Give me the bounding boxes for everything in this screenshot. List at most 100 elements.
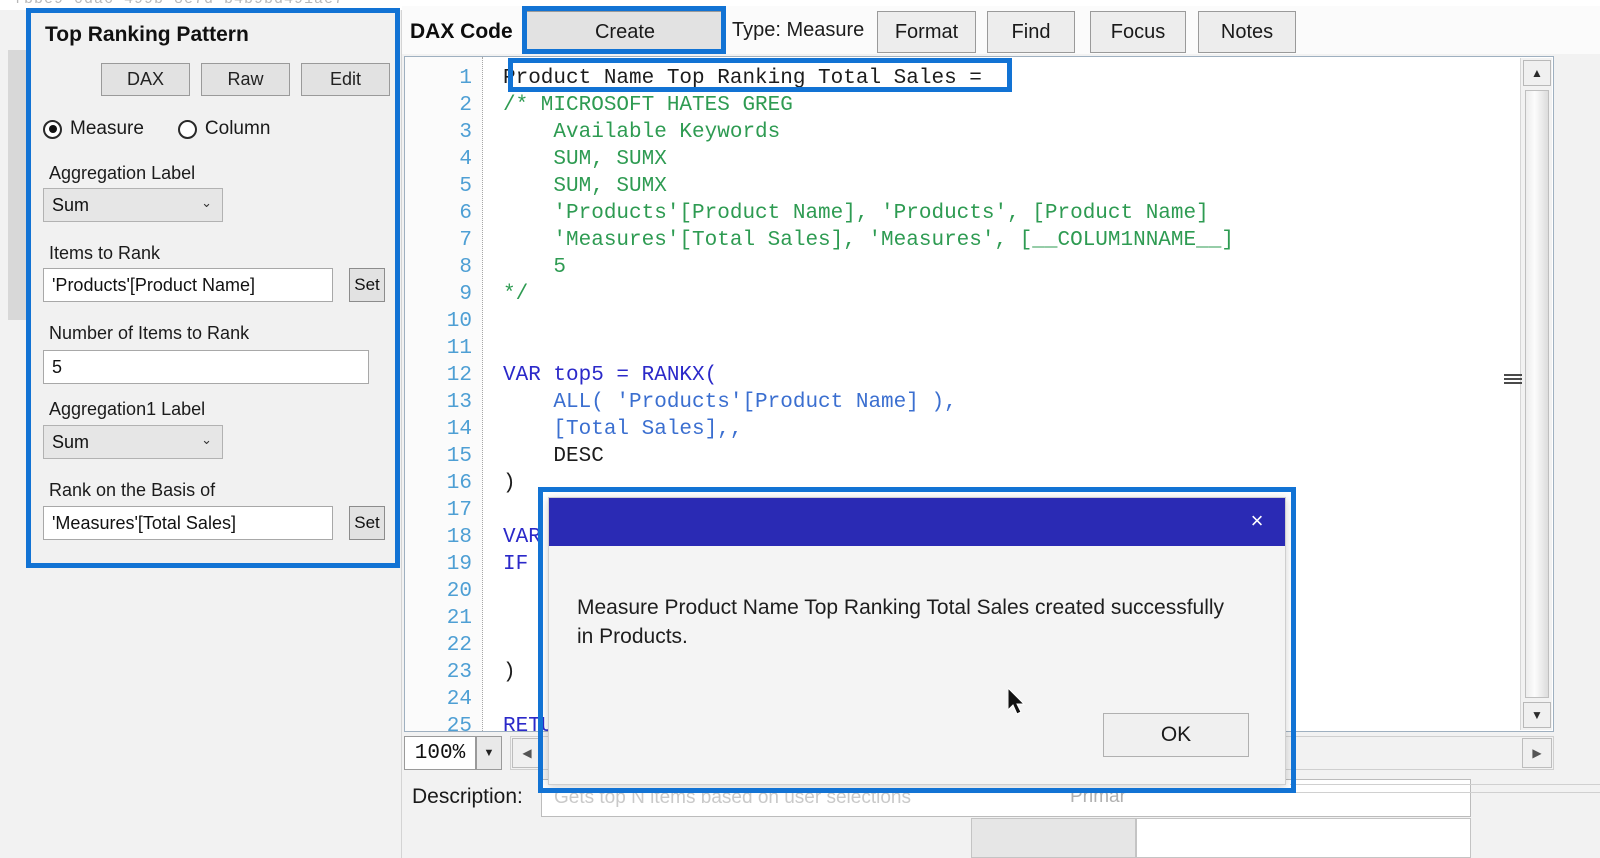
line-number: 23 xyxy=(446,661,472,684)
close-icon[interactable]: × xyxy=(1237,504,1277,538)
mouse-cursor-icon xyxy=(1008,688,1026,715)
measure-column-radio-group: Measure Column xyxy=(43,118,270,140)
items-to-rank-input[interactable]: 'Products'[Product Name] xyxy=(43,268,333,302)
aggregation1-label-caption: Aggregation1 Label xyxy=(49,399,206,419)
line-number: 17 xyxy=(446,499,472,522)
line-number: 11 xyxy=(446,337,472,360)
background-table-cell xyxy=(1136,818,1471,858)
code-line: ) xyxy=(503,472,516,495)
items-to-rank-set-button[interactable]: Set xyxy=(349,268,385,302)
pattern-action-buttons: DAX Raw Edit xyxy=(101,63,390,96)
chevron-down-icon: ⌄ xyxy=(201,432,212,447)
number-of-items-input[interactable]: 5 xyxy=(43,350,369,384)
success-dialog: × Measure Product Name Top Ranking Total… xyxy=(548,497,1286,785)
column-radio-label: Column xyxy=(204,118,271,139)
line-number: 13 xyxy=(446,391,472,414)
number-of-items-caption: Number of Items to Rank xyxy=(49,323,250,343)
dax-toolbar: DAX Code Create Type: Measure Format Fin… xyxy=(402,6,1600,54)
panel-title: Top Ranking Pattern xyxy=(45,23,249,46)
code-line: SUM, SUMX xyxy=(503,148,667,171)
code-line: /* MICROSOFT HATES GREG xyxy=(503,94,793,117)
items-to-rank-value: 'Products'[Product Name] xyxy=(52,274,255,295)
measure-radio[interactable] xyxy=(43,119,62,139)
notes-button[interactable]: Notes xyxy=(1198,11,1296,53)
line-number: 21 xyxy=(446,607,472,630)
code-line: DESC xyxy=(503,445,604,468)
faded-guid-text: fbbe9-0da6-499b-8e7d-b4b9bd491ae7 xyxy=(14,0,344,8)
code-line: IF xyxy=(503,553,529,576)
hscroll-right-arrow-icon[interactable]: ▶ xyxy=(1522,738,1552,768)
line-number: 22 xyxy=(446,634,472,657)
column-radio[interactable] xyxy=(177,119,197,139)
line-number: 15 xyxy=(446,445,472,468)
code-line: 'Measures'[Total Sales], 'Measures', [__… xyxy=(503,229,1234,252)
scroll-down-arrow-icon[interactable]: ▼ xyxy=(1523,702,1551,728)
description-placeholder: Gets top N items based on user selection… xyxy=(554,787,911,808)
ok-button[interactable]: OK xyxy=(1103,713,1249,757)
aggregation-label-combo[interactable]: Sum ⌄ xyxy=(43,188,223,222)
app-window: fbbe9-0da6-499b-8e7d-b4b9bd491ae7 ⌃ Top … xyxy=(0,0,1600,858)
zoom-dropdown-button[interactable]: ▼ xyxy=(476,736,502,770)
type-caption: Type: xyxy=(732,19,781,41)
type-value: Measure xyxy=(786,19,865,41)
line-number-gutter: 1 2 3 4 5 6 7 8 9 10 11 12 13 14 15 16 1… xyxy=(405,57,483,738)
code-line: ALL( 'Products'[Product Name] ), xyxy=(503,391,957,414)
description-label: Description: xyxy=(412,785,523,808)
dax-button[interactable]: DAX xyxy=(101,63,190,96)
background-table-cell xyxy=(971,818,1136,858)
line-number: 7 xyxy=(459,229,472,252)
dax-code-label: DAX Code xyxy=(410,20,513,43)
code-line: 'Products'[Product Name], 'Products', [P… xyxy=(503,202,1209,225)
find-button[interactable]: Find xyxy=(987,11,1075,53)
background-divider xyxy=(1290,784,1600,785)
line-number: 2 xyxy=(459,94,472,117)
format-button[interactable]: Format xyxy=(877,11,976,53)
scrollbar-grip-icon xyxy=(1500,372,1526,384)
focus-button[interactable]: Focus xyxy=(1090,11,1186,53)
number-of-items-value: 5 xyxy=(52,356,63,377)
code-line: Product Name Top Ranking Total Sales = xyxy=(503,67,982,90)
code-line: SUM, SUMX xyxy=(503,175,667,198)
primary-column-ghost-label: Primar xyxy=(1070,786,1126,807)
rank-basis-input[interactable]: 'Measures'[Total Sales] xyxy=(43,506,333,540)
line-number: 4 xyxy=(459,148,472,171)
line-number: 24 xyxy=(446,688,472,711)
dialog-message: Measure Product Name Top Ranking Total S… xyxy=(577,596,1225,648)
line-number: 5 xyxy=(459,175,472,198)
aggregation1-label-combo[interactable]: Sum ⌄ xyxy=(43,425,223,459)
vertical-scrollbar-thumb[interactable] xyxy=(1525,90,1549,698)
code-line: Available Keywords xyxy=(503,121,781,144)
rank-basis-value: 'Measures'[Total Sales] xyxy=(52,512,236,533)
raw-button[interactable]: Raw xyxy=(201,63,290,96)
dialog-title-bar: × xyxy=(549,498,1285,546)
hscroll-left-arrow-icon[interactable]: ◀ xyxy=(512,738,542,768)
aggregation1-label-value: Sum xyxy=(52,431,90,452)
editor-vertical-scrollbar[interactable]: ▲ ▼ xyxy=(1520,58,1552,730)
create-button[interactable]: Create xyxy=(526,11,724,53)
line-number: 10 xyxy=(446,310,472,333)
aggregation-label-caption: Aggregation Label xyxy=(49,163,196,183)
code-line: ) xyxy=(503,661,516,684)
zoom-level-value[interactable]: 100% xyxy=(404,736,476,770)
line-number: 18 xyxy=(446,526,472,549)
rank-basis-set-button[interactable]: Set xyxy=(349,506,385,540)
code-line: */ xyxy=(503,283,529,306)
aggregation-label-value: Sum xyxy=(52,194,90,215)
edit-button[interactable]: Edit xyxy=(301,63,390,96)
line-number: 14 xyxy=(446,418,472,441)
chevron-down-icon: ⌄ xyxy=(201,195,212,210)
line-number: 16 xyxy=(446,472,472,495)
measure-radio-label: Measure xyxy=(70,118,144,139)
line-number: 1 xyxy=(459,67,472,90)
line-number: 6 xyxy=(459,202,472,225)
line-number: 12 xyxy=(446,364,472,387)
line-number: 19 xyxy=(446,553,472,576)
line-number: 20 xyxy=(446,580,472,603)
top-ranking-pattern-panel: Top Ranking Pattern DAX Raw Edit Measure… xyxy=(30,12,396,565)
type-label: Type: Measure xyxy=(732,19,864,42)
scroll-up-arrow-icon[interactable]: ▲ xyxy=(1523,60,1551,86)
rank-basis-caption: Rank on the Basis of xyxy=(49,480,216,500)
background-divider xyxy=(1290,792,1600,793)
code-line: 5 xyxy=(503,256,567,279)
line-number: 9 xyxy=(459,283,472,306)
